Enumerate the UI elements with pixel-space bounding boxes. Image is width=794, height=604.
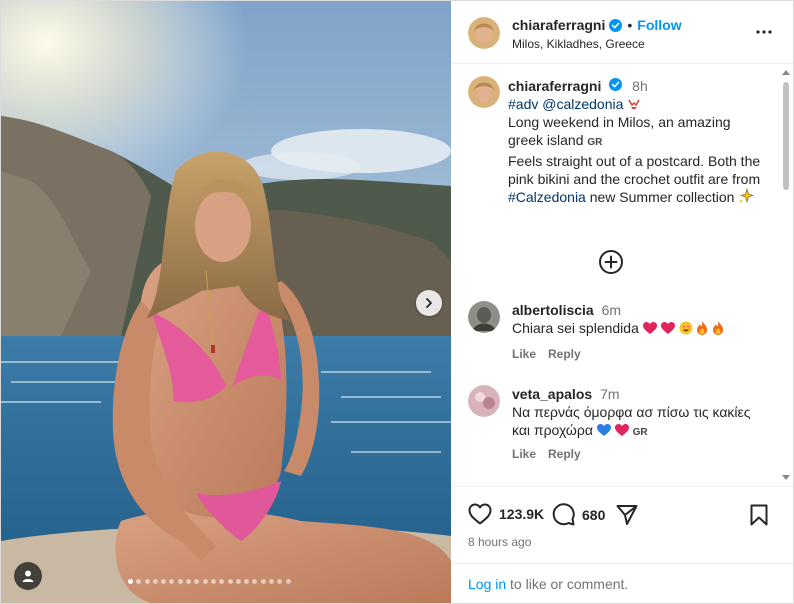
red-heart-emoji-icon	[642, 322, 657, 334]
post-actions: 123.9K 680 8 hours ago Log in to like or…	[452, 486, 793, 603]
caption-line: Feels straight out of a postcard. Both t…	[508, 153, 761, 187]
fire-emoji-icon	[713, 321, 724, 335]
carousel-dot	[152, 579, 158, 584]
post-photo	[1, 1, 451, 603]
greece-flag-text: GR	[587, 137, 603, 148]
comment-icon[interactable]	[552, 503, 575, 526]
profile-photo	[468, 301, 500, 333]
comments-scrollbar[interactable]	[782, 70, 790, 480]
carousel-dot	[244, 579, 250, 584]
carousel-dot	[235, 579, 241, 584]
carousel-dot	[219, 579, 225, 584]
fire-emoji-icon	[697, 321, 708, 335]
post-media[interactable]	[1, 1, 451, 603]
avatar[interactable]	[468, 17, 500, 49]
reply-button[interactable]: Reply	[548, 347, 581, 361]
like-comment-button[interactable]: Like	[512, 447, 536, 461]
follow-button[interactable]: Follow	[637, 17, 681, 33]
login-prompt-text: to like or comment.	[506, 576, 629, 592]
reply-button[interactable]: Reply	[548, 447, 581, 461]
carousel-dot	[194, 579, 200, 584]
profile-photo	[468, 385, 500, 417]
carousel-dot	[260, 579, 266, 584]
location-link[interactable]: Milos, Kikladhes, Greece	[512, 37, 645, 51]
tagged-users-button[interactable]	[14, 562, 42, 590]
carousel-dot	[186, 579, 192, 584]
avatar[interactable]	[468, 385, 500, 417]
emoji-row	[596, 423, 629, 441]
carousel-dot	[269, 579, 275, 584]
scroll-thumb[interactable]	[783, 82, 789, 190]
comment-item: albertoliscia 6m Chiara sei splendida Li…	[452, 301, 772, 361]
comment-time[interactable]: 6m	[602, 302, 621, 318]
next-slide-button[interactable]	[416, 290, 442, 316]
caption-line: Long weekend in Milos, an amazing greek …	[508, 114, 731, 148]
post-side-panel: chiaraferragni • Follow Milos, Kikladhes…	[452, 1, 793, 603]
sparkles-emoji-icon	[739, 188, 755, 204]
avatar[interactable]	[468, 301, 500, 333]
carousel-dot	[169, 579, 175, 584]
heart-eyes-emoji-icon	[679, 321, 693, 335]
carousel-dot	[144, 579, 150, 584]
caption-tags[interactable]: #adv @calzedonia	[508, 96, 623, 112]
emoji-row	[642, 321, 725, 339]
verified-icon	[609, 78, 623, 91]
chevron-right-icon	[426, 298, 432, 308]
avatar[interactable]	[468, 76, 500, 108]
comment-action: 680	[552, 503, 605, 526]
carousel-dot	[177, 579, 183, 584]
login-prompt: Log in to like or comment.	[452, 563, 793, 604]
hashtag-link[interactable]: #Calzedonia	[508, 189, 586, 205]
post-caption: chiaraferragni 8h #adv @calzedonia Long …	[508, 77, 768, 206]
add-circle-icon[interactable]	[598, 249, 624, 275]
comment-time[interactable]: 7m	[600, 386, 619, 402]
heart-icon[interactable]	[468, 503, 492, 525]
separator-dot: •	[627, 17, 633, 33]
scroll-up-arrow[interactable]	[782, 70, 790, 75]
verified-icon	[609, 18, 623, 32]
post-header: chiaraferragni • Follow Milos, Kikladhes…	[452, 1, 793, 64]
caption-line: new Summer collection	[585, 189, 735, 205]
red-heart-emoji-icon	[660, 322, 675, 334]
scroll-down-arrow[interactable]	[782, 475, 790, 480]
post-timestamp[interactable]: 8 hours ago	[468, 535, 531, 549]
user-tag-icon	[22, 570, 34, 582]
carousel-dot	[161, 579, 167, 584]
comment-item: veta_apalos 7m Να περνάς όμορφα ασ πίσω …	[452, 385, 772, 465]
greece-flag-text: GR	[632, 427, 648, 438]
comments-count[interactable]: 680	[582, 507, 605, 523]
caption-username[interactable]: chiaraferragni	[508, 78, 601, 94]
comment-text: Chiara sei splendida	[512, 320, 639, 336]
carousel-indicator	[128, 579, 291, 584]
carousel-dot	[227, 579, 233, 584]
carousel-dot	[277, 579, 283, 584]
like-action: 123.9K	[468, 503, 544, 525]
carousel-dot	[210, 579, 216, 584]
like-comment-button[interactable]: Like	[512, 347, 536, 361]
likes-count[interactable]: 123.9K	[499, 506, 544, 522]
carousel-dot	[285, 579, 291, 584]
red-heart-emoji-icon	[614, 424, 629, 436]
more-options-icon[interactable]	[755, 23, 773, 41]
caption-time[interactable]: 8h	[632, 78, 648, 94]
carousel-dot	[202, 579, 208, 584]
bikini-emoji-icon	[628, 99, 640, 110]
blue-heart-emoji-icon	[596, 424, 611, 436]
login-link[interactable]: Log in	[468, 576, 506, 592]
profile-photo	[468, 76, 500, 108]
share-icon[interactable]	[616, 504, 638, 526]
profile-photo	[468, 17, 500, 49]
comments-list[interactable]: chiaraferragni 8h #adv @calzedonia Long …	[452, 65, 793, 485]
carousel-dot	[136, 579, 142, 584]
comment-username[interactable]: veta_apalos	[512, 386, 592, 402]
carousel-dot	[128, 579, 133, 584]
comment-username[interactable]: albertoliscia	[512, 302, 594, 318]
carousel-dot	[252, 579, 258, 584]
bookmark-icon[interactable]	[750, 504, 768, 526]
comment-text: Να περνάς όμορφα ασ πίσω τις κακίες και …	[512, 404, 751, 438]
author-username[interactable]: chiaraferragni	[512, 17, 605, 33]
